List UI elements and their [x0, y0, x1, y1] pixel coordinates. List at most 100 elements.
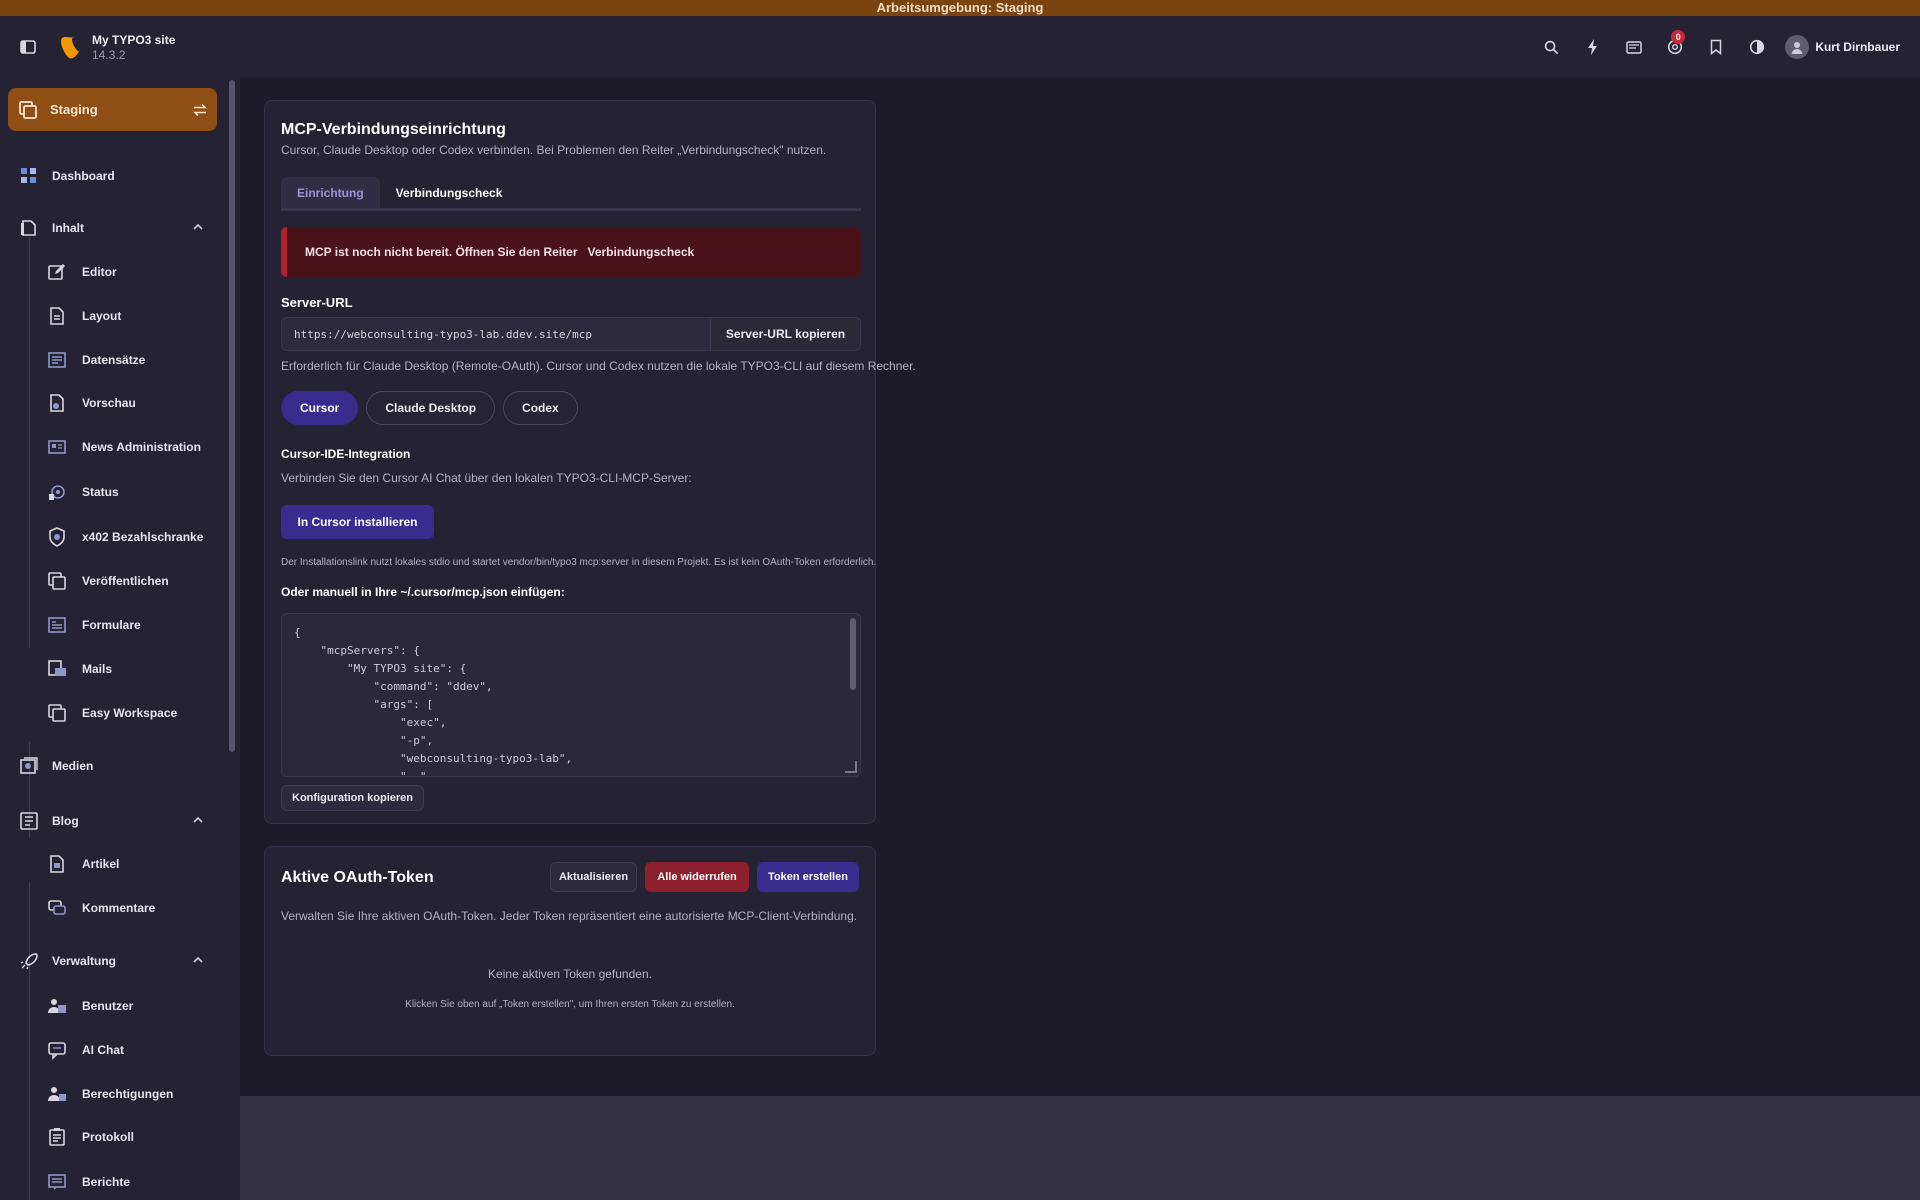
- sidebar-item-label: Benutzer: [82, 999, 134, 1013]
- chevron-up-icon: [193, 816, 203, 823]
- sidebar-item-label: Layout: [82, 309, 122, 323]
- mcp-setup-subtitle: Cursor, Claude Desktop oder Codex verbin…: [281, 143, 827, 157]
- bolt-button[interactable]: [1572, 16, 1613, 78]
- help-button[interactable]: 0: [1654, 16, 1695, 78]
- sidebar-item-vorschau[interactable]: Vorschau: [46, 387, 216, 419]
- topbar: My TYPO3 site 14.3.2 0 Kurt Dirnbauer: [0, 16, 1920, 78]
- copy-server-url-button[interactable]: Server-URL kopieren: [710, 318, 860, 350]
- client-codex-button[interactable]: Codex: [503, 391, 578, 425]
- rocket-icon: [18, 950, 40, 972]
- sidebar-item-label: Editor: [82, 265, 117, 279]
- code-scrollbar[interactable]: [850, 618, 856, 690]
- create-token-button[interactable]: Token erstellen: [757, 862, 859, 892]
- refresh-tokens-button[interactable]: Aktualisieren: [550, 862, 637, 892]
- sidebar-item-label: Datensätze: [82, 353, 146, 367]
- alert-text: MCP ist noch nicht bereit. Öffnen Sie de…: [305, 245, 578, 259]
- sidebar-item-formulare[interactable]: Formulare: [46, 609, 216, 641]
- edit-icon: [46, 261, 68, 283]
- sidebar-item-berechtigungen[interactable]: Berechtigungen: [46, 1078, 216, 1110]
- sidebar-item-ai-chat[interactable]: AI Chat: [46, 1034, 216, 1066]
- sidebar-item-dashboard[interactable]: Dashboard: [18, 160, 204, 192]
- client-claude-desktop-button[interactable]: Claude Desktop: [366, 391, 496, 425]
- mail-icon: [1626, 40, 1642, 54]
- sidebar-item-label: Kommentare: [82, 901, 156, 915]
- oauth-token-title: Aktive OAuth-Token: [281, 869, 434, 886]
- swap-icon: [193, 103, 207, 116]
- workspace-selector[interactable]: Staging: [8, 88, 217, 131]
- install-in-cursor-button[interactable]: In Cursor installieren: [281, 505, 434, 539]
- sidebar-item-mails[interactable]: Mails: [46, 653, 216, 685]
- main-content-area: MCP-Verbindungseinrichtung Cursor, Claud…: [240, 78, 1920, 1096]
- news-icon: [46, 436, 68, 458]
- revoke-all-tokens-button[interactable]: Alle widerrufen: [645, 862, 749, 892]
- main-content: MCP-Verbindungseinrichtung Cursor, Claud…: [240, 78, 1920, 1200]
- sidebar-item-artikel[interactable]: Artikel: [46, 848, 216, 880]
- mcp-setup-title: MCP-Verbindungseinrichtung: [281, 121, 506, 138]
- sidebar-item-berichte[interactable]: Berichte: [46, 1166, 216, 1198]
- workspace-label: Staging: [50, 102, 98, 117]
- search-icon: [1545, 40, 1559, 54]
- install-note: Der Installationslink nutzt lokales stdi…: [281, 557, 877, 568]
- sidebar-toggle-button[interactable]: [0, 16, 56, 78]
- sidebar-item-label: Berichte: [82, 1175, 131, 1189]
- sidebar-scrollbar[interactable]: [229, 80, 235, 752]
- sidebar-item-label: Blog: [52, 814, 79, 828]
- blog-icon: [18, 810, 40, 832]
- workspace-icon: [19, 100, 37, 119]
- sidebar-item-news[interactable]: News Administration: [46, 431, 216, 463]
- sidebar-group-blog[interactable]: Blog: [18, 805, 204, 837]
- bolt-icon: [1587, 39, 1597, 55]
- site-info[interactable]: My TYPO3 site 14.3.2: [92, 33, 175, 62]
- client-cursor-button[interactable]: Cursor: [281, 391, 359, 425]
- theme-button[interactable]: [1736, 16, 1777, 78]
- sidebar-item-protokoll[interactable]: Protokoll: [46, 1121, 216, 1153]
- sidebar-item-datensaetze[interactable]: Datensätze: [46, 344, 216, 376]
- sidebar: Staging Dashboard Inhalt Editor Layout D…: [0, 78, 240, 1200]
- empty-state-hint: Klicken Sie oben auf „Token erstellen", …: [405, 999, 735, 1010]
- sidebar-item-editor[interactable]: Editor: [46, 256, 216, 288]
- sidebar-item-label: x402 Bezahlschranke: [82, 530, 204, 544]
- mail-icon: [46, 658, 68, 680]
- sidebar-item-label: Medien: [52, 759, 94, 773]
- server-url-input[interactable]: [282, 318, 710, 350]
- config-code[interactable]: { "mcpServers": { "My TYPO3 site": { "co…: [294, 624, 572, 776]
- preview-icon: [46, 392, 68, 414]
- sidebar-item-easy-workspace[interactable]: Easy Workspace: [46, 697, 216, 729]
- tab-verbindungscheck[interactable]: Verbindungscheck: [380, 177, 519, 208]
- log-icon: [46, 1126, 68, 1148]
- resize-handle-icon[interactable]: [845, 761, 857, 773]
- status-icon: [46, 481, 68, 503]
- sidebar-item-label: Veröffentlichen: [82, 574, 169, 588]
- sidebar-group-verwaltung[interactable]: Verwaltung: [18, 945, 204, 977]
- typo3-logo[interactable]: [56, 33, 84, 61]
- sidebar-item-medien[interactable]: Medien: [18, 750, 204, 782]
- mcp-tabs: Einrichtung Verbindungscheck: [281, 177, 861, 211]
- sidebar-item-label: Vorschau: [82, 396, 136, 410]
- integration-description: Verbinden Sie den Cursor AI Chat über de…: [281, 471, 692, 485]
- sidebar-group-inhalt[interactable]: Inhalt: [18, 212, 204, 244]
- user-menu[interactable]: Kurt Dirnbauer: [1785, 35, 1900, 59]
- bookmark-button[interactable]: [1695, 16, 1736, 78]
- article-icon: [46, 853, 68, 875]
- mcp-not-ready-alert: MCP ist noch nicht bereit. Öffnen Sie de…: [281, 227, 861, 277]
- sidebar-item-kommentare[interactable]: Kommentare: [46, 892, 216, 924]
- media-icon: [18, 755, 40, 777]
- server-url-help: Erforderlich für Claude Desktop (Remote-…: [281, 359, 916, 373]
- sidebar-item-layout[interactable]: Layout: [46, 300, 216, 332]
- sidebar-item-status[interactable]: Status: [46, 476, 216, 508]
- sidebar-item-label: Formulare: [82, 618, 141, 632]
- copy-config-button[interactable]: Konfiguration kopieren: [281, 785, 424, 811]
- dashboard-icon: [18, 165, 40, 187]
- config-code-box[interactable]: { "mcpServers": { "My TYPO3 site": { "co…: [281, 613, 861, 777]
- alert-link-verbindungscheck[interactable]: Verbindungscheck: [587, 245, 694, 259]
- sidebar-item-benutzer[interactable]: Benutzer: [46, 990, 216, 1022]
- theme-icon: [1749, 39, 1764, 55]
- tab-einrichtung[interactable]: Einrichtung: [281, 177, 380, 208]
- empty-state-title: Keine aktiven Token gefunden.: [488, 967, 652, 981]
- users-icon: [46, 995, 68, 1017]
- sidebar-item-label: Easy Workspace: [82, 706, 178, 720]
- search-button[interactable]: [1531, 16, 1572, 78]
- mail-button[interactable]: [1613, 16, 1654, 78]
- sidebar-item-veroeffentlichen[interactable]: Veröffentlichen: [46, 565, 216, 597]
- sidebar-item-x402[interactable]: x402 Bezahlschranke: [46, 521, 216, 553]
